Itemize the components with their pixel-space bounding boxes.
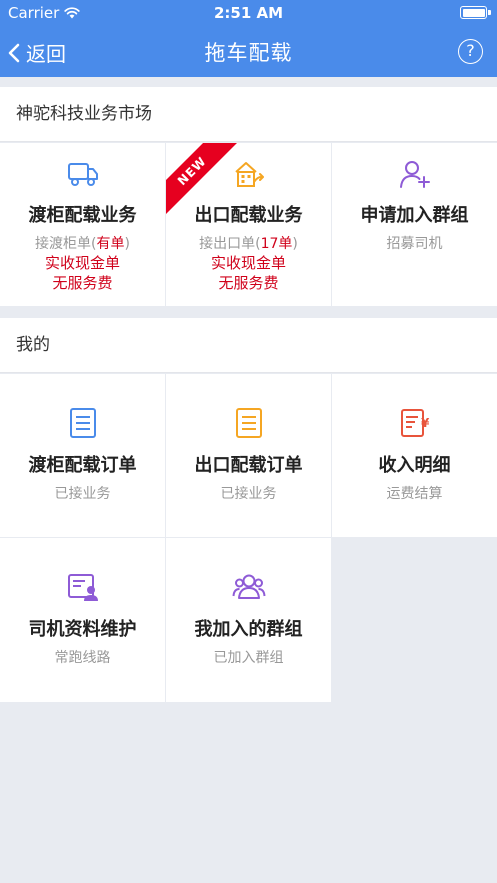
- order-count-highlight: 有单: [96, 236, 125, 252]
- svg-text:¥: ¥: [421, 416, 430, 430]
- top-bar: Carrier 2:51 AM 返回 拖车配载 ?: [0, 0, 497, 77]
- no-fee-note: 无服务费: [218, 274, 279, 292]
- page-title: 拖车配载: [204, 41, 293, 65]
- card-join-group[interactable]: 申请加入群组 招募司机: [332, 143, 497, 306]
- status-bar: Carrier 2:51 AM: [0, 0, 497, 26]
- cash-order-note: 实收现金单: [210, 254, 286, 272]
- card-subtitle: 已接业务: [220, 486, 277, 502]
- card-export-orders[interactable]: 出口配载订单 已接业务: [166, 374, 331, 537]
- order-list-icon: [235, 408, 262, 438]
- card-subtitle: 已加入群组: [213, 650, 284, 666]
- card-subtitle: 接出口单(17单): [199, 236, 298, 252]
- card-title: 渡柜配载订单: [28, 455, 137, 476]
- order-list-icon: [69, 408, 96, 438]
- card-income-details[interactable]: ¥ 收入明细 运费结算: [332, 374, 497, 537]
- card-title: 收入明细: [378, 455, 451, 476]
- navigation-bar: 返回 拖车配载 ?: [0, 26, 497, 77]
- card-title: 我加入的群组: [194, 619, 303, 640]
- market-section-header: 神驼科技业务市场: [0, 87, 497, 142]
- card-subtitle: 运费结算: [386, 486, 443, 502]
- card-title: 出口配载业务: [194, 205, 303, 226]
- card-ferry-container-orders[interactable]: 渡柜配载订单 已接业务: [0, 374, 165, 537]
- group-icon: [232, 574, 265, 599]
- warehouse-icon: [234, 162, 264, 187]
- status-time: 2:51 AM: [213, 4, 284, 22]
- cash-order-note: 实收现金单: [44, 254, 120, 272]
- card-export-business[interactable]: NEW 出口配载业务 接出口单(17单) 实收现金单 无服务费: [166, 143, 331, 306]
- card-title: 司机资料维护: [28, 619, 137, 640]
- card-driver-profile[interactable]: 司机资料维护 常跑线路: [0, 538, 165, 702]
- card-title: 申请加入群组: [360, 205, 469, 226]
- help-icon[interactable]: ?: [458, 39, 483, 64]
- driver-profile-icon: [67, 574, 98, 601]
- card-subtitle: 招募司机: [386, 236, 443, 252]
- mine-section-header: 我的: [0, 318, 497, 373]
- truck-icon: [67, 163, 98, 186]
- card-ferry-container-business[interactable]: 渡柜配载业务 接渡柜单(有单) 实收现金单 无服务费: [0, 143, 165, 306]
- income-icon: ¥: [400, 409, 430, 437]
- card-my-groups[interactable]: 我加入的群组 已加入群组: [166, 538, 331, 702]
- card-subtitle: 常跑线路: [54, 650, 111, 666]
- card-title: 出口配载订单: [194, 455, 303, 476]
- card-title: 渡柜配载业务: [28, 205, 137, 226]
- card-subtitle: 已接业务: [54, 486, 111, 502]
- order-count-highlight: 17单: [260, 236, 293, 252]
- battery-icon: [460, 6, 491, 19]
- card-subtitle: 接渡柜单(有单): [35, 236, 130, 252]
- no-fee-note: 无服务费: [52, 274, 113, 292]
- add-user-icon: [399, 161, 430, 188]
